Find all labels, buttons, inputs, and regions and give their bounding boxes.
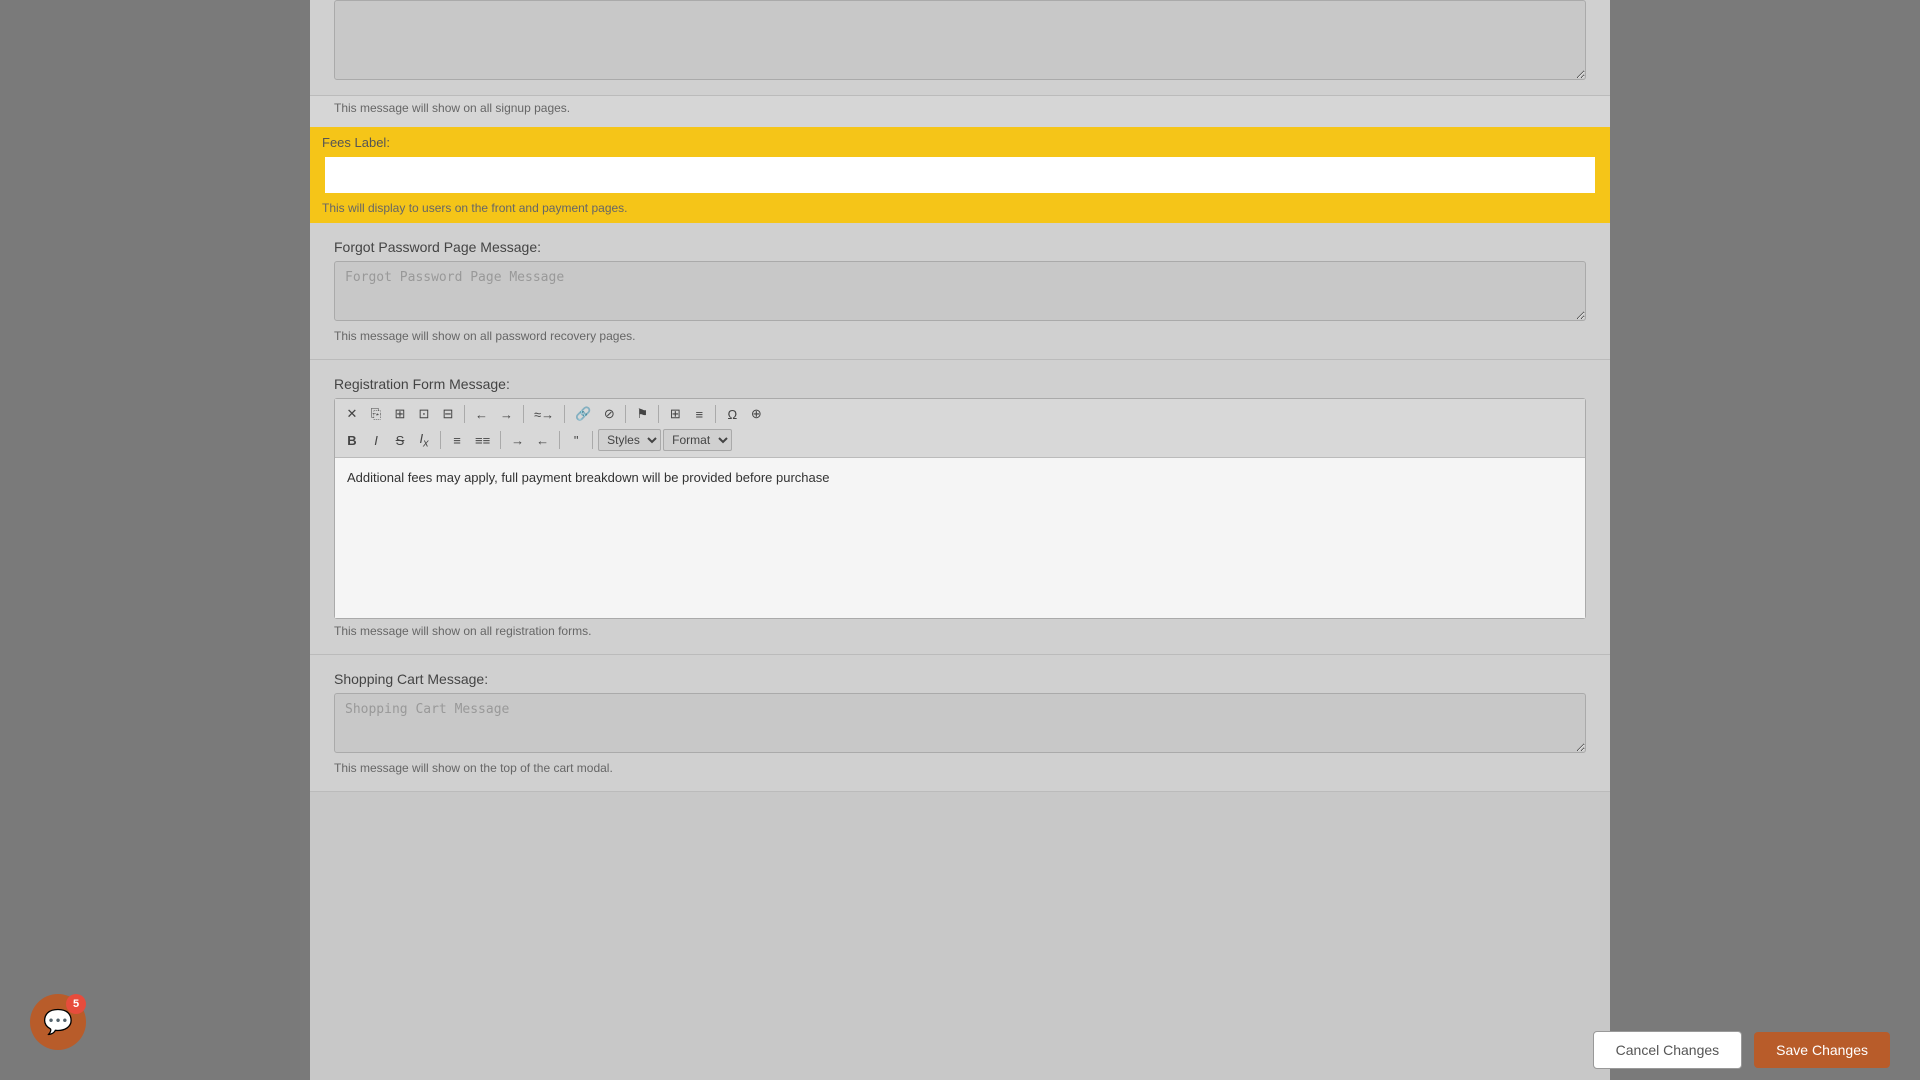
registration-helper: This message will show on all registrati… bbox=[334, 624, 1586, 638]
forgot-password-section: Forgot Password Page Message: This messa… bbox=[310, 223, 1610, 360]
chat-icon: 💬 bbox=[43, 1008, 73, 1037]
fees-section-wrapper: Fees Label: Fees This will display to us… bbox=[310, 127, 1610, 223]
tool-bold[interactable]: B bbox=[341, 430, 363, 451]
main-content: This message will show on all signup pag… bbox=[310, 0, 1610, 1080]
sep7 bbox=[440, 431, 441, 449]
tool-paste[interactable]: ⊞ bbox=[389, 403, 411, 425]
tool-redo[interactable]: → bbox=[495, 404, 518, 425]
fees-label: Fees Label: bbox=[322, 135, 1598, 150]
tool-special-char[interactable]: Ω bbox=[721, 404, 743, 425]
forgot-password-helper: This message will show on all password r… bbox=[334, 329, 1586, 343]
signup-helper: This message will show on all signup pag… bbox=[310, 101, 1610, 127]
chat-bubble[interactable]: 💬 5 bbox=[30, 994, 86, 1050]
editor-toolbar: ✕ ⎘ ⊞ ⊡ ⊟ ← → ≈→ 🔗 ⊘ ⚑ bbox=[335, 399, 1585, 458]
rich-editor: ✕ ⎘ ⊞ ⊡ ⊟ ← → ≈→ 🔗 ⊘ ⚑ bbox=[334, 398, 1586, 619]
tool-copy[interactable]: ⎘ bbox=[365, 403, 387, 425]
sep4 bbox=[625, 405, 626, 423]
bottom-bar: Cancel Changes Save Changes bbox=[0, 1020, 1920, 1080]
editor-content-area[interactable]: Additional fees may apply, full payment … bbox=[335, 458, 1585, 618]
fees-label-input[interactable]: Fees bbox=[322, 154, 1598, 196]
registration-form-label: Registration Form Message: bbox=[334, 376, 1586, 392]
sep3 bbox=[564, 405, 565, 423]
tool-undo[interactable]: ← bbox=[470, 404, 493, 425]
tool-maximize[interactable]: ⊕ bbox=[745, 403, 767, 425]
shopping-cart-section: Shopping Cart Message: This message will… bbox=[310, 655, 1610, 792]
save-button[interactable]: Save Changes bbox=[1754, 1032, 1890, 1068]
format-select[interactable]: Format bbox=[663, 429, 732, 451]
sep1 bbox=[464, 405, 465, 423]
tool-hr[interactable]: ≡ bbox=[688, 404, 710, 425]
tool-unordered-list[interactable]: ≡ bbox=[446, 430, 468, 451]
tool-blockquote[interactable]: " bbox=[565, 430, 587, 451]
tool-outdent[interactable]: ← bbox=[531, 430, 554, 451]
tool-remove-format[interactable]: Ix bbox=[413, 428, 435, 453]
forgot-password-textarea[interactable] bbox=[334, 261, 1586, 321]
tool-paste-word[interactable]: ⊟ bbox=[437, 403, 459, 425]
tool-link[interactable]: 🔗 bbox=[570, 403, 596, 425]
toolbar-row-1: ✕ ⎘ ⊞ ⊡ ⊟ ← → ≈→ 🔗 ⊘ ⚑ bbox=[341, 403, 1579, 425]
sep2 bbox=[523, 405, 524, 423]
tool-paste-text[interactable]: ⊡ bbox=[413, 403, 435, 425]
tool-table[interactable]: ⊞ bbox=[664, 403, 686, 425]
tool-unlink[interactable]: ⊘ bbox=[598, 403, 620, 425]
toolbar-row-2: B I S Ix ≡ ≡≡ → ← " Style bbox=[341, 428, 1579, 453]
tool-cut[interactable]: ✕ bbox=[341, 403, 363, 425]
tool-indent[interactable]: → bbox=[506, 430, 529, 451]
chat-badge: 5 bbox=[66, 994, 86, 1014]
styles-select[interactable]: Styles bbox=[598, 429, 661, 451]
registration-form-section: Registration Form Message: ✕ ⎘ ⊞ ⊡ ⊟ ← →… bbox=[310, 360, 1610, 655]
sep10 bbox=[592, 431, 593, 449]
tool-strikethrough[interactable]: S bbox=[389, 430, 411, 451]
signup-message-textarea[interactable] bbox=[334, 0, 1586, 80]
tool-italic[interactable]: I bbox=[365, 430, 387, 451]
sep5 bbox=[658, 405, 659, 423]
tool-find[interactable]: ≈→ bbox=[529, 404, 559, 425]
form-container: This message will show on all signup pag… bbox=[310, 0, 1610, 792]
tool-anchor[interactable]: ⚑ bbox=[631, 403, 653, 425]
shopping-cart-label: Shopping Cart Message: bbox=[334, 671, 1586, 687]
fees-helper: This will display to users on the front … bbox=[322, 201, 1598, 215]
cancel-button[interactable]: Cancel Changes bbox=[1593, 1031, 1743, 1069]
forgot-password-label: Forgot Password Page Message: bbox=[334, 239, 1586, 255]
arrow-annotation bbox=[310, 100, 320, 230]
sep8 bbox=[500, 431, 501, 449]
sep9 bbox=[559, 431, 560, 449]
tool-ordered-list[interactable]: ≡≡ bbox=[470, 430, 495, 451]
sep6 bbox=[715, 405, 716, 423]
shopping-cart-helper: This message will show on the top of the… bbox=[334, 761, 1586, 775]
shopping-cart-textarea[interactable] bbox=[334, 693, 1586, 753]
editor-text: Additional fees may apply, full payment … bbox=[347, 470, 829, 485]
signup-message-section bbox=[310, 0, 1610, 96]
